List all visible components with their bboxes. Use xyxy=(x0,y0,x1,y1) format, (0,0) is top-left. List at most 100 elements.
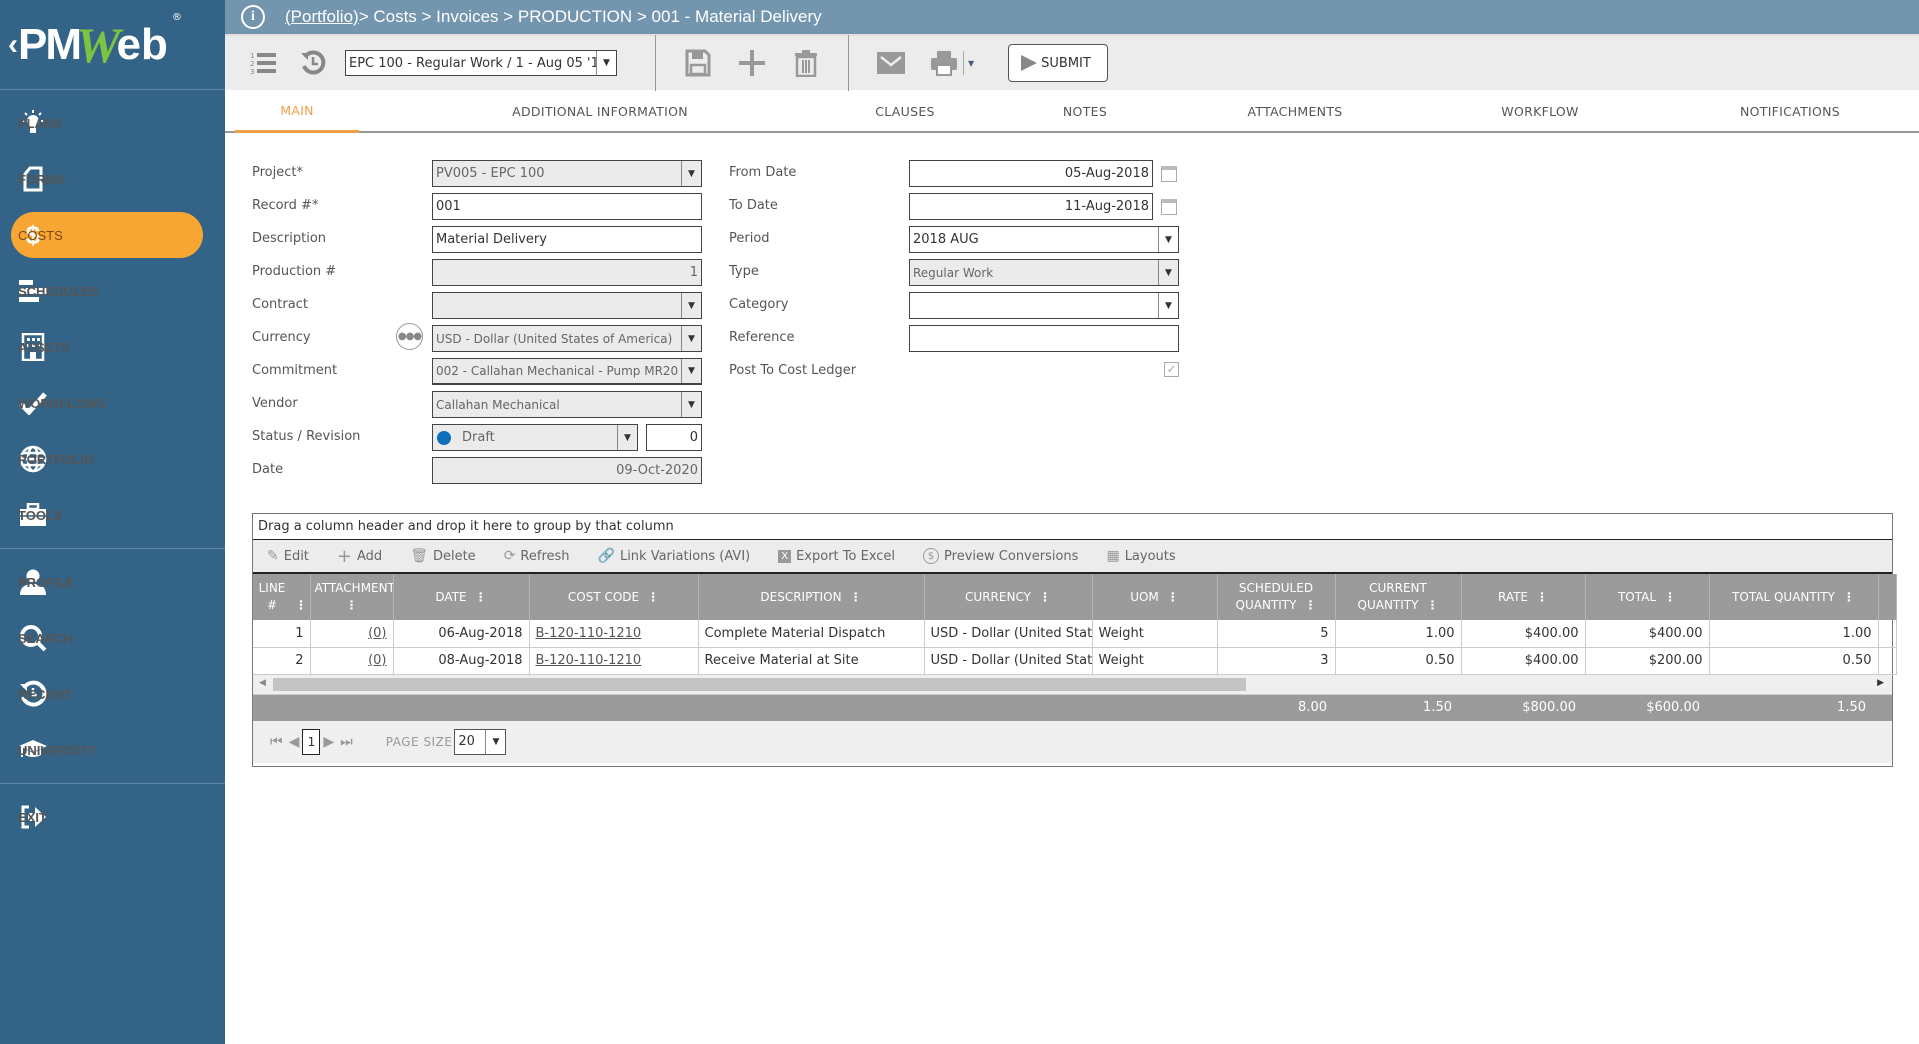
column-header-attachments[interactable]: ATTACHMENTS ⋮ xyxy=(310,574,394,620)
group-by-drop-area[interactable]: Drag a column header and drop it here to… xyxy=(253,514,1892,540)
sidebar-item-recent[interactable]: RECENT xyxy=(0,666,225,722)
column-header-line[interactable]: LINE # ⋮ xyxy=(253,574,311,620)
column-header-description[interactable]: DESCRIPTION ⋮ xyxy=(698,574,925,620)
revision-input[interactable]: 0 xyxy=(646,424,702,451)
sidebar-item-workflows[interactable]: WORKFLOWS xyxy=(0,375,225,431)
numbered-list-icon[interactable]: 123 xyxy=(245,45,281,81)
tab-main[interactable]: MAIN xyxy=(235,90,359,133)
column-menu-icon[interactable]: ⋮ xyxy=(346,597,358,614)
print-icon[interactable] xyxy=(929,45,959,81)
save-icon[interactable] xyxy=(680,45,716,81)
tab-additional-information[interactable]: ADDITIONAL INFORMATION xyxy=(465,90,735,133)
post-ledger-checkbox[interactable]: ✓ xyxy=(1164,362,1179,377)
column-header-currency[interactable]: CURRENCY ⋮ xyxy=(924,574,1093,620)
commitment-select[interactable]: 002 - Callahan Mechanical - Pump MR20 ▼ xyxy=(432,358,702,385)
last-page-icon[interactable]: ⏭ xyxy=(340,734,353,750)
submit-button[interactable]: SUBMIT xyxy=(1008,44,1108,82)
from-date-input[interactable]: 05-Aug-2018 xyxy=(909,160,1153,187)
grid-link-variations-button[interactable]: 🔗 Link Variations (AVI) xyxy=(598,548,751,564)
currency-select[interactable]: USD - Dollar (United States of America) ▼ xyxy=(432,325,702,352)
reference-input[interactable] xyxy=(909,325,1179,352)
table-row[interactable]: 1 (0) 06-Aug-2018 B-120-110-1210 Complet… xyxy=(253,620,1897,648)
description-input[interactable]: Material Delivery xyxy=(432,226,702,253)
status-select[interactable]: Draft ▼ xyxy=(432,424,638,451)
email-icon[interactable] xyxy=(873,45,909,81)
column-menu-icon[interactable]: ⋮ xyxy=(1304,597,1316,614)
chevron-down-icon[interactable]: ▼ xyxy=(596,51,616,75)
column-header-date[interactable]: DATE ⋮ xyxy=(393,574,530,620)
current-page-number[interactable]: 1 xyxy=(302,728,321,755)
sidebar-item-costs[interactable]: $ COSTS xyxy=(0,207,225,263)
grid-preview-conversions-button[interactable]: $ Preview Conversions xyxy=(923,548,1078,564)
sidebar-item-plans[interactable]: PLANS xyxy=(0,95,225,151)
breadcrumb-portfolio-link[interactable]: (Portfolio) xyxy=(285,7,359,27)
type-select[interactable]: Regular Work ▼ xyxy=(909,259,1179,286)
sidebar-item-exit[interactable]: EXIT xyxy=(0,789,225,845)
chevron-down-icon[interactable]: ▼ xyxy=(681,392,701,417)
chevron-down-icon[interactable]: ▼ xyxy=(1158,293,1178,318)
column-header-total[interactable]: TOTAL ⋮ xyxy=(1585,574,1710,620)
column-menu-icon[interactable]: ⋮ xyxy=(1664,589,1676,606)
column-menu-icon[interactable]: ⋮ xyxy=(1843,589,1855,606)
scroll-left-icon[interactable]: ◀ xyxy=(259,678,266,688)
chevron-down-icon[interactable]: ▼ xyxy=(681,326,701,351)
calendar-icon[interactable] xyxy=(1161,199,1177,215)
table-row[interactable]: 2 (0) 08-Aug-2018 B-120-110-1210 Receive… xyxy=(253,647,1897,675)
print-options-chevron-icon[interactable]: ▼ xyxy=(968,59,974,68)
project-select[interactable]: PV005 - EPC 100 ▼ xyxy=(432,160,702,187)
column-header-scheduled-quantity[interactable]: SCHEDULED QUANTITY ⋮ xyxy=(1217,574,1336,620)
column-header-current-quantity[interactable]: CURRENT QUANTITY ⋮ xyxy=(1335,574,1462,620)
chevron-down-icon[interactable]: ▼ xyxy=(681,161,701,186)
sidebar-item-assets[interactable]: ASSETS xyxy=(0,319,225,375)
grid-refresh-button[interactable]: ⟳ Refresh xyxy=(504,548,570,564)
attachments-link[interactable]: (0) xyxy=(368,653,386,668)
column-menu-icon[interactable]: ⋮ xyxy=(295,597,307,614)
grid-delete-button[interactable]: 🗑 Delete xyxy=(410,548,476,564)
grid-add-button[interactable]: + Add xyxy=(337,546,382,567)
next-page-icon[interactable]: ▶ xyxy=(323,734,334,750)
delete-icon[interactable] xyxy=(788,45,824,81)
tab-notifications[interactable]: NOTIFICATIONS xyxy=(1695,90,1885,133)
chevron-down-icon[interactable]: ▼ xyxy=(1158,227,1178,252)
sidebar-item-forms[interactable]: FORMS xyxy=(0,151,225,207)
sidebar-item-university[interactable]: UNIVERSITY xyxy=(0,722,225,778)
sidebar-item-tools[interactable]: TOOLS xyxy=(0,487,225,543)
column-menu-icon[interactable]: ⋮ xyxy=(1039,589,1051,606)
column-menu-icon[interactable]: ⋮ xyxy=(1426,597,1438,614)
first-page-icon[interactable]: ⏮ xyxy=(270,734,283,750)
tab-notes[interactable]: NOTES xyxy=(1025,90,1145,133)
pmweb-logo[interactable]: ‹ PM W eb ® xyxy=(0,0,225,90)
record-number-input[interactable]: 001 xyxy=(432,193,702,220)
column-header-rate[interactable]: RATE ⋮ xyxy=(1461,574,1586,620)
contract-select[interactable]: ▼ xyxy=(432,292,702,319)
cost-code-link[interactable]: B-120-110-1210 xyxy=(536,626,642,641)
scrollbar-thumb[interactable] xyxy=(273,677,1246,691)
column-header-uom[interactable]: UOM ⋮ xyxy=(1092,574,1218,620)
to-date-input[interactable]: 11-Aug-2018 xyxy=(909,193,1153,220)
sidebar-item-profile[interactable]: PROFILE xyxy=(0,554,225,610)
page-size-select[interactable]: 20 ▼ xyxy=(454,728,507,755)
sidebar-item-search[interactable]: SEARCH xyxy=(0,610,225,666)
chevron-down-icon[interactable]: ▼ xyxy=(485,729,505,754)
grid-edit-button[interactable]: ✎ Edit xyxy=(267,548,309,564)
tab-workflow[interactable]: WORKFLOW xyxy=(1465,90,1615,133)
column-menu-icon[interactable]: ⋮ xyxy=(1536,589,1548,606)
chevron-down-icon[interactable]: ▼ xyxy=(681,293,701,318)
calendar-icon[interactable] xyxy=(1161,166,1177,182)
tab-clauses[interactable]: CLAUSES xyxy=(835,90,975,133)
column-header-cost-code[interactable]: COST CODE ⋮ xyxy=(529,574,699,620)
add-icon[interactable] xyxy=(734,45,770,81)
column-menu-icon[interactable]: ⋮ xyxy=(850,589,862,606)
scroll-right-icon[interactable]: ▶ xyxy=(1877,678,1884,688)
cost-code-link[interactable]: B-120-110-1210 xyxy=(536,653,642,668)
back-chevron-icon[interactable]: ‹ xyxy=(8,28,18,62)
previous-page-icon[interactable]: ◀ xyxy=(289,734,300,750)
grid-layouts-button[interactable]: ▦ Layouts xyxy=(1106,548,1175,564)
attachments-link[interactable]: (0) xyxy=(368,626,386,641)
sidebar-item-schedules[interactable]: SCHEDULES xyxy=(0,263,225,319)
horizontal-scrollbar[interactable]: ◀ ▶ xyxy=(253,674,1892,695)
chevron-down-icon[interactable]: ▼ xyxy=(617,425,637,450)
column-menu-icon[interactable]: ⋮ xyxy=(475,589,487,606)
tab-attachments[interactable]: ATTACHMENTS xyxy=(1205,90,1385,133)
column-header-total-quantity[interactable]: TOTAL QUANTITY ⋮ xyxy=(1709,574,1879,620)
